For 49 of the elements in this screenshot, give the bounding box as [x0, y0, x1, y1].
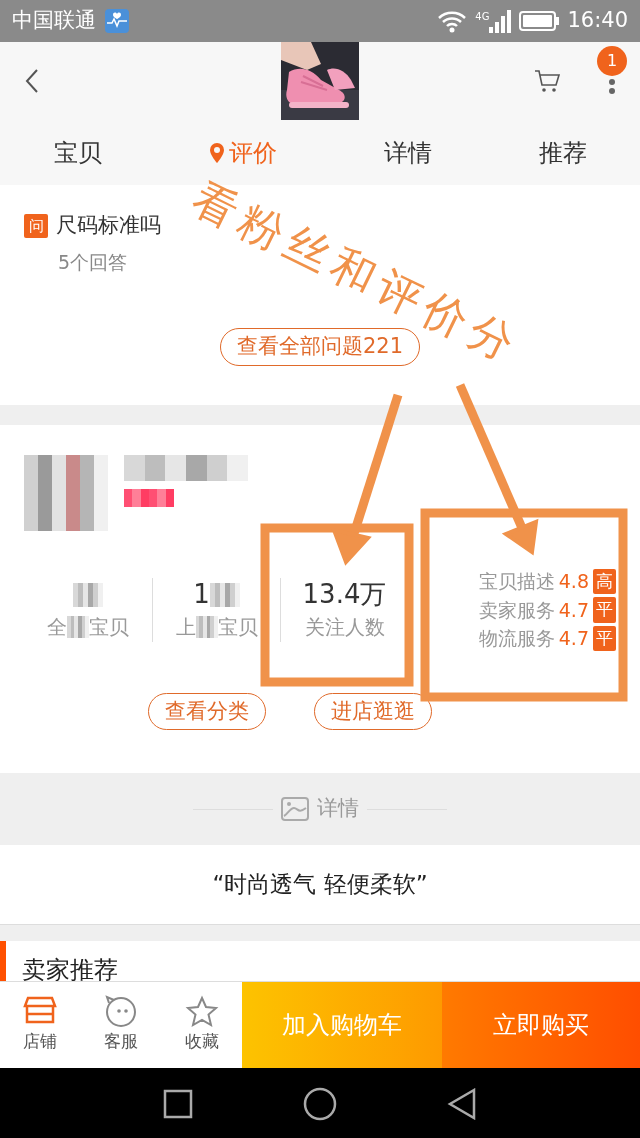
back-icon[interactable]: [447, 1088, 477, 1120]
stat-value: 13.4万: [302, 578, 387, 612]
redacted-text: [195, 615, 218, 638]
stat-label-fragment: 宝贝: [217, 613, 258, 641]
question-tag: 问: [24, 213, 48, 238]
signal-icon: [489, 9, 512, 33]
section-title: 卖家推荐: [22, 956, 118, 981]
redacted-value: [209, 582, 240, 607]
toolbar-button[interactable]: 收藏: [161, 994, 242, 1056]
wifi-icon: [437, 9, 468, 33]
details-heading: 详情: [317, 795, 359, 823]
home-icon[interactable]: [303, 1087, 337, 1121]
toolbar-button[interactable]: 店铺: [0, 994, 81, 1056]
tab[interactable]: 推荐: [532, 133, 593, 172]
product-slogan: “时尚透气 轻便柔软”: [212, 870, 428, 900]
toolbar-button[interactable]: 客服: [81, 994, 161, 1056]
score-label: 卖家服务: [478, 597, 555, 623]
stat-value: 1: [193, 578, 210, 612]
health-app-icon: [104, 8, 130, 34]
score-badge: 平: [593, 625, 616, 651]
stat-label-fragment: 宝贝: [89, 613, 129, 641]
carrier-name: 中国联通: [12, 7, 96, 35]
answer-count: 5个回答: [58, 249, 128, 275]
score-label: 宝贝描述: [478, 569, 555, 594]
score-value: 4.7: [558, 597, 589, 623]
cart-icon[interactable]: [534, 69, 560, 93]
image-icon: [281, 797, 309, 821]
clock-time: 16:40: [567, 7, 628, 35]
redacted-value: [73, 582, 103, 607]
recent-apps-icon[interactable]: [163, 1089, 193, 1119]
store-badge: [124, 489, 174, 507]
score-value: 4.7: [558, 626, 589, 651]
stat-label-fragment: 全: [47, 613, 67, 641]
battery-icon: [519, 11, 560, 31]
chat-icon: [104, 995, 138, 1030]
score-badge: 高: [593, 568, 616, 594]
tab[interactable]: 宝贝: [47, 133, 108, 172]
tab[interactable]: 详情: [377, 133, 438, 172]
score-value: 4.8: [558, 569, 589, 594]
location-pin-icon: [208, 141, 225, 164]
notification-badge: 1: [597, 46, 627, 76]
score-label: 物流服务: [478, 626, 555, 651]
stat-label: 关注人数: [304, 613, 385, 641]
redacted-text: [67, 615, 89, 638]
score-badge: 平: [593, 597, 616, 623]
back-icon[interactable]: [24, 68, 40, 94]
question-text: 尺码标准吗: [56, 212, 161, 239]
network-type: 4G: [475, 10, 490, 24]
stat-label-fragment: 上: [175, 613, 196, 641]
